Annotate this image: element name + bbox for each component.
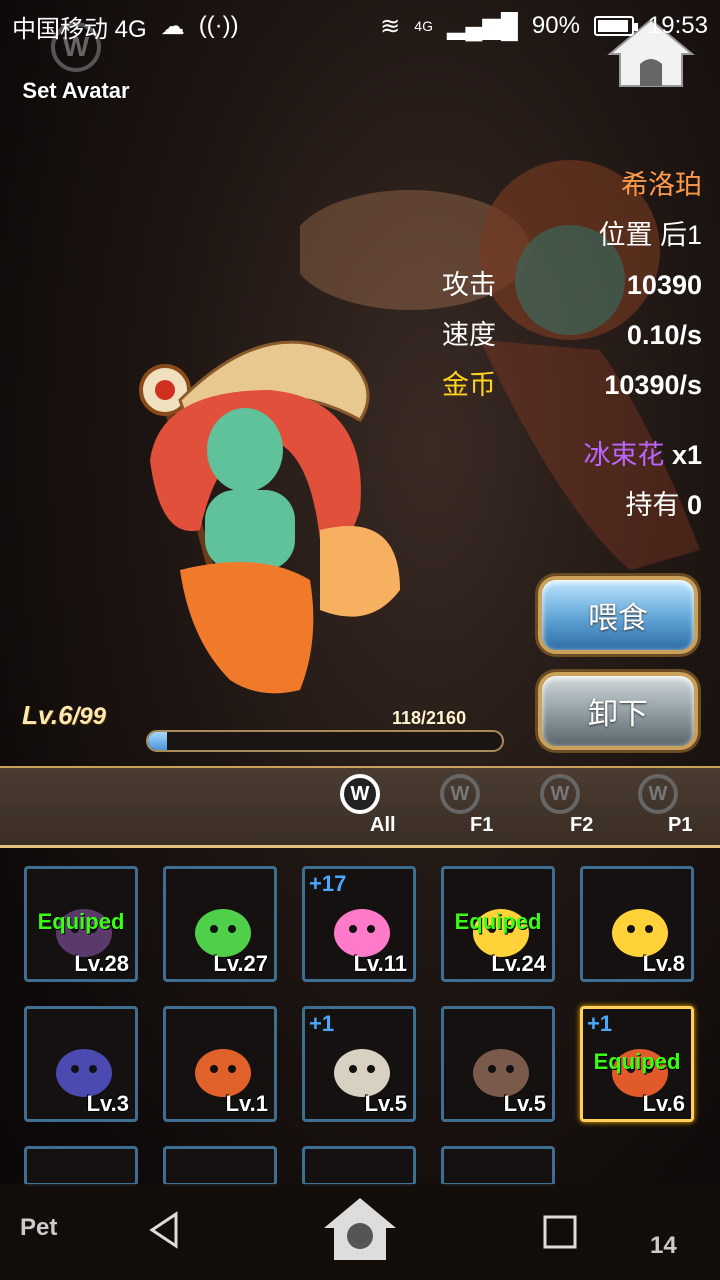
- tab-f2[interactable]: W F2: [540, 774, 620, 844]
- w-emblem-icon: W: [638, 774, 678, 814]
- w-emblem-icon: W: [340, 774, 380, 814]
- speed-value: 0.10/s: [626, 320, 702, 350]
- tab-label: P1: [668, 814, 693, 836]
- equipped-badge: Equiped: [454, 909, 542, 934]
- pet-card-partial[interactable]: [24, 1146, 138, 1186]
- hold-value: 0: [686, 490, 702, 520]
- attack-row: 攻击 10390: [442, 260, 702, 310]
- position-row: 位置 后1: [442, 210, 702, 260]
- pet-card[interactable]: Lv.8: [580, 866, 694, 982]
- pet-card[interactable]: Lv.27: [163, 866, 277, 982]
- pet-level-label: Lv.27: [213, 951, 268, 976]
- w-emblem-icon: W: [440, 774, 480, 814]
- gold-value: 10390/s: [604, 370, 702, 400]
- pet-name: 希洛珀: [621, 170, 702, 200]
- pet-level-label: Lv.6: [642, 1091, 685, 1116]
- pet-character-art: [139, 340, 400, 694]
- battery-icon: [593, 16, 638, 36]
- position-value: 后1: [659, 220, 702, 250]
- home-nav-icon[interactable]: [320, 1194, 400, 1264]
- pet-level-label: Lv.8: [642, 951, 685, 976]
- bottom-nav: Pet 14: [0, 1184, 720, 1280]
- item-qty: x1: [671, 440, 702, 470]
- item-row: 冰束花 x1: [442, 430, 702, 480]
- hold-row: 持有 0: [442, 480, 702, 530]
- exp-bar: [146, 730, 504, 752]
- pet-card-partial[interactable]: [163, 1146, 277, 1186]
- tab-label: All: [370, 814, 396, 836]
- back-icon[interactable]: [144, 1210, 184, 1250]
- pet-card[interactable]: +17 Lv.11: [302, 866, 416, 982]
- pet-count: 14: [650, 1232, 677, 1259]
- w-emblem-icon: W: [540, 774, 580, 814]
- recent-apps-icon[interactable]: [542, 1214, 578, 1250]
- pet-level-label: Lv.24: [491, 951, 546, 976]
- hotspot-icon: ((·)): [198, 12, 239, 39]
- tab-all[interactable]: W All: [340, 774, 420, 844]
- pet-info-panel: 希洛珀 位置 后1 攻击 10390 速度 0.10/s 金币 10390/s …: [442, 160, 702, 530]
- level-current: Lv.6: [22, 700, 73, 730]
- signal-icon: ▂▄▆█: [446, 12, 518, 40]
- gold-label: 金币: [442, 370, 496, 400]
- clock: 19:53: [647, 12, 708, 39]
- pet-card[interactable]: Equiped Lv.28: [24, 866, 138, 982]
- attack-value: 10390: [626, 270, 702, 300]
- pet-card[interactable]: Lv.5: [441, 1006, 555, 1122]
- tab-label: F2: [570, 814, 594, 836]
- speed-label: 速度: [442, 320, 496, 350]
- pet-card[interactable]: +1 Lv.5: [302, 1006, 416, 1122]
- position-label: 位置: [598, 220, 653, 250]
- pet-plus: +1: [587, 1011, 613, 1036]
- pet-card[interactable]: Lv.1: [163, 1006, 277, 1122]
- pet-level: Lv.6/99: [22, 700, 106, 731]
- hold-label: 持有: [625, 490, 680, 520]
- item-name: 冰束花: [583, 440, 665, 470]
- tab-f1[interactable]: W F1: [440, 774, 520, 844]
- filter-tabs: W All W F1 W F2 W P1: [0, 766, 720, 848]
- gold-row: 金币 10390/s: [442, 360, 702, 410]
- pet-card[interactable]: Equiped Lv.24: [441, 866, 555, 982]
- tab-label: F1: [470, 814, 494, 836]
- carrier-text: 中国移动 4G: [12, 15, 147, 43]
- set-avatar-label: Set Avatar: [22, 78, 130, 103]
- exp-bar-fill: [148, 732, 168, 750]
- feed-button[interactable]: 喂食: [538, 576, 698, 654]
- pet-plus: +17: [309, 871, 347, 896]
- pet-level-label: Lv.3: [86, 1091, 129, 1116]
- pet-card[interactable]: Lv.3: [24, 1006, 138, 1122]
- speed-row: 速度 0.10/s: [442, 310, 702, 360]
- pet-card[interactable]: +1 Equiped Lv.6: [580, 1006, 694, 1122]
- pet-card-partial[interactable]: [302, 1146, 416, 1186]
- pet-level-label: Lv.5: [364, 1091, 407, 1116]
- pet-plus: +1: [309, 1011, 335, 1036]
- pet-screen: 中国移动 4G ☁ ((·)) ≋ 4G ▂▄▆█ 90% 19:53 W Se…: [0, 0, 720, 1280]
- pet-level-label: Lv.28: [74, 951, 129, 976]
- pet-nav-label[interactable]: Pet: [20, 1214, 57, 1242]
- tab-p1[interactable]: W P1: [638, 774, 718, 844]
- pet-level-label: Lv.1: [225, 1091, 268, 1116]
- attack-label: 攻击: [442, 270, 496, 300]
- pet-level-label: Lv.5: [503, 1091, 546, 1116]
- wifi-icon: ≋: [380, 12, 401, 40]
- weather-icon: ☁: [160, 12, 185, 40]
- unload-button[interactable]: 卸下: [538, 672, 698, 750]
- level-max: /99: [72, 703, 106, 730]
- pet-level-label: Lv.11: [353, 951, 407, 976]
- equipped-badge: Equiped: [593, 1049, 681, 1074]
- battery-percent: 90%: [531, 12, 580, 39]
- equipped-badge: Equiped: [37, 909, 125, 934]
- exp-text: 118/2160: [392, 708, 467, 728]
- pet-card-partial[interactable]: [441, 1146, 555, 1186]
- status-bar: 中国移动 4G ☁ ((·)) ≋ 4G ▂▄▆█ 90% 19:53: [0, 0, 720, 52]
- network-type: 4G: [414, 18, 433, 34]
